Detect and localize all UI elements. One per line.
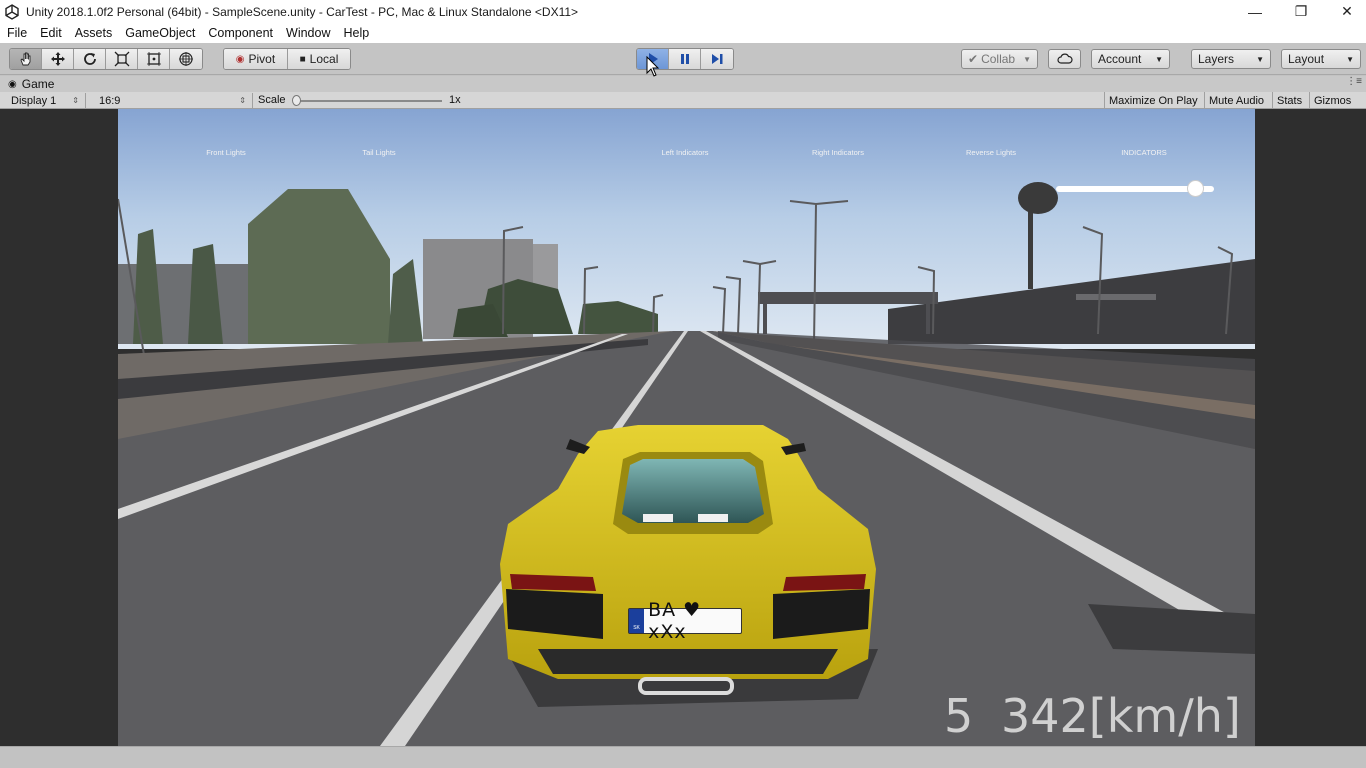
- move-icon: [50, 52, 65, 66]
- menu-assets[interactable]: Assets: [68, 26, 119, 40]
- overpass-post-l: [763, 304, 767, 334]
- gear-readout: 5: [944, 689, 975, 743]
- collab-dropdown[interactable]: ✔ Collab ▼: [961, 49, 1038, 69]
- game-scene: [118, 109, 1255, 746]
- menu-gameobject[interactable]: GameObject: [118, 26, 201, 40]
- window-title: Unity 2018.1.0f2 Personal (64bit) - Samp…: [26, 4, 579, 19]
- front-lights-button[interactable]: Front Lights: [206, 148, 246, 157]
- gizmos-dropdown[interactable]: Gizmos: [1309, 92, 1355, 109]
- hud-slider-thumb[interactable]: [1186, 180, 1204, 197]
- unity-editor-window: Unity 2018.1.0f2 Personal (64bit) - Samp…: [0, 0, 1366, 768]
- step-button[interactable]: [701, 49, 733, 69]
- cloud-button[interactable]: [1048, 49, 1081, 69]
- cube-icon: ■: [299, 53, 306, 65]
- chevron-down-icon: ▼: [1023, 54, 1031, 64]
- scale-value: 1x: [449, 94, 461, 106]
- game-viewport[interactable]: Front Lights Tail Lights Left Indicators…: [118, 109, 1255, 746]
- reverse-lights-button[interactable]: Reverse Lights: [966, 148, 1016, 157]
- mute-audio-toggle[interactable]: Mute Audio: [1204, 92, 1268, 109]
- account-dropdown[interactable]: Account ▼: [1091, 49, 1170, 69]
- scale-slider-thumb[interactable]: [292, 95, 301, 106]
- main-toolbar: ◉ Pivot ■ Local ✔ Collab ▼ Account ▼ Lay…: [0, 43, 1366, 75]
- left-indicators-button[interactable]: Left Indicators: [661, 148, 708, 157]
- aspect-dropdown[interactable]: 16:9 ⇕: [93, 93, 253, 108]
- aspect-label: 16:9: [99, 94, 121, 107]
- floodlight-pole: [1028, 209, 1033, 289]
- collab-label: Collab: [981, 52, 1016, 66]
- display-dropdown[interactable]: Display 1 ⇕: [5, 93, 86, 108]
- transform-tool-icon: [179, 52, 193, 66]
- indicators-button[interactable]: INDICATORS: [1121, 148, 1167, 157]
- chevron-down-icon: ▼: [1346, 54, 1354, 64]
- chevron-down-icon: ▼: [1256, 54, 1264, 64]
- transform-tool-button[interactable]: [170, 49, 202, 69]
- cloud-icon: [1056, 53, 1073, 64]
- floodlight: [1018, 182, 1058, 214]
- scale-label: Scale: [258, 94, 286, 106]
- title-bar: Unity 2018.1.0f2 Personal (64bit) - Samp…: [0, 0, 1366, 23]
- game-tab-bar: ◉ Game ⋮≡: [0, 76, 1366, 92]
- unity-logo-icon: [5, 3, 19, 20]
- tail-lights-button[interactable]: Tail Lights: [362, 148, 395, 157]
- pause-icon: [680, 54, 689, 64]
- move-tool-button[interactable]: [42, 49, 74, 69]
- tab-menu-icon[interactable]: ⋮≡: [1346, 76, 1362, 87]
- layers-label: Layers: [1198, 52, 1235, 66]
- rotate-icon: [83, 53, 96, 65]
- game-controller-icon: ◉: [8, 78, 17, 90]
- hand-icon: [19, 52, 30, 66]
- minimize-button[interactable]: —: [1232, 0, 1278, 23]
- overpass: [758, 292, 938, 304]
- step-icon: [712, 54, 723, 64]
- plate-text: BA ♥ xXx: [648, 599, 702, 643]
- chevron-down-icon: ▼: [1155, 54, 1163, 64]
- layers-dropdown[interactable]: Layers ▼: [1191, 49, 1271, 69]
- updown-icon: ⇕: [72, 96, 79, 105]
- transform-tools: [9, 48, 203, 70]
- updown-icon: ⇕: [239, 96, 246, 105]
- pause-button[interactable]: [669, 49, 701, 69]
- scale-slider-track[interactable]: [296, 100, 442, 102]
- maximize-on-play-toggle[interactable]: Maximize On Play: [1104, 92, 1202, 109]
- pivot-icon: ◉: [235, 53, 245, 65]
- menu-help[interactable]: Help: [336, 26, 375, 40]
- game-view-toolbar: Display 1 ⇕ 16:9 ⇕ Scale 1x Maximize On …: [0, 92, 1366, 109]
- mouse-cursor-icon: [646, 56, 660, 77]
- menu-component[interactable]: Component: [201, 26, 279, 40]
- menu-bar: File Edit Assets GameObject Component Wi…: [0, 23, 1366, 43]
- layout-dropdown[interactable]: Layout ▼: [1281, 49, 1361, 69]
- rotate-tool-button[interactable]: [74, 49, 106, 69]
- hand-tool-button[interactable]: [10, 49, 42, 69]
- menu-edit[interactable]: Edit: [33, 26, 68, 40]
- check-icon: ✔: [968, 52, 979, 66]
- pivot-local-group: ◉ Pivot ■ Local: [223, 48, 351, 70]
- pivot-label: Pivot: [248, 52, 276, 66]
- tab-game[interactable]: ◉ Game: [0, 77, 54, 91]
- menu-file[interactable]: File: [0, 26, 33, 40]
- speed-readout: 342[km/h]: [1001, 689, 1241, 743]
- maximize-button[interactable]: ❐: [1278, 0, 1324, 23]
- menu-window[interactable]: Window: [279, 26, 336, 40]
- local-toggle[interactable]: ■ Local: [288, 49, 350, 69]
- billboard-frame: [1076, 294, 1156, 300]
- scale-icon: [114, 51, 129, 67]
- rect-tool-button[interactable]: [138, 49, 170, 69]
- status-bar: [0, 746, 1366, 768]
- layout-label: Layout: [1288, 52, 1325, 66]
- license-plate: SK BA ♥ xXx: [628, 599, 742, 643]
- right-indicators-button[interactable]: Right Indicators: [812, 148, 864, 157]
- display-label: Display 1: [11, 94, 57, 107]
- scale-tool-button[interactable]: [106, 49, 138, 69]
- pivot-toggle[interactable]: ◉ Pivot: [224, 49, 288, 69]
- close-button[interactable]: ✕: [1324, 0, 1366, 23]
- overpass-post-r: [926, 304, 930, 334]
- account-label: Account: [1098, 52, 1142, 66]
- local-label: Local: [309, 52, 339, 66]
- stats-toggle[interactable]: Stats: [1272, 92, 1306, 109]
- rect-tool-icon: [146, 52, 161, 66]
- plate-country-code: SK: [629, 609, 645, 633]
- game-tab-label: Game: [21, 77, 55, 91]
